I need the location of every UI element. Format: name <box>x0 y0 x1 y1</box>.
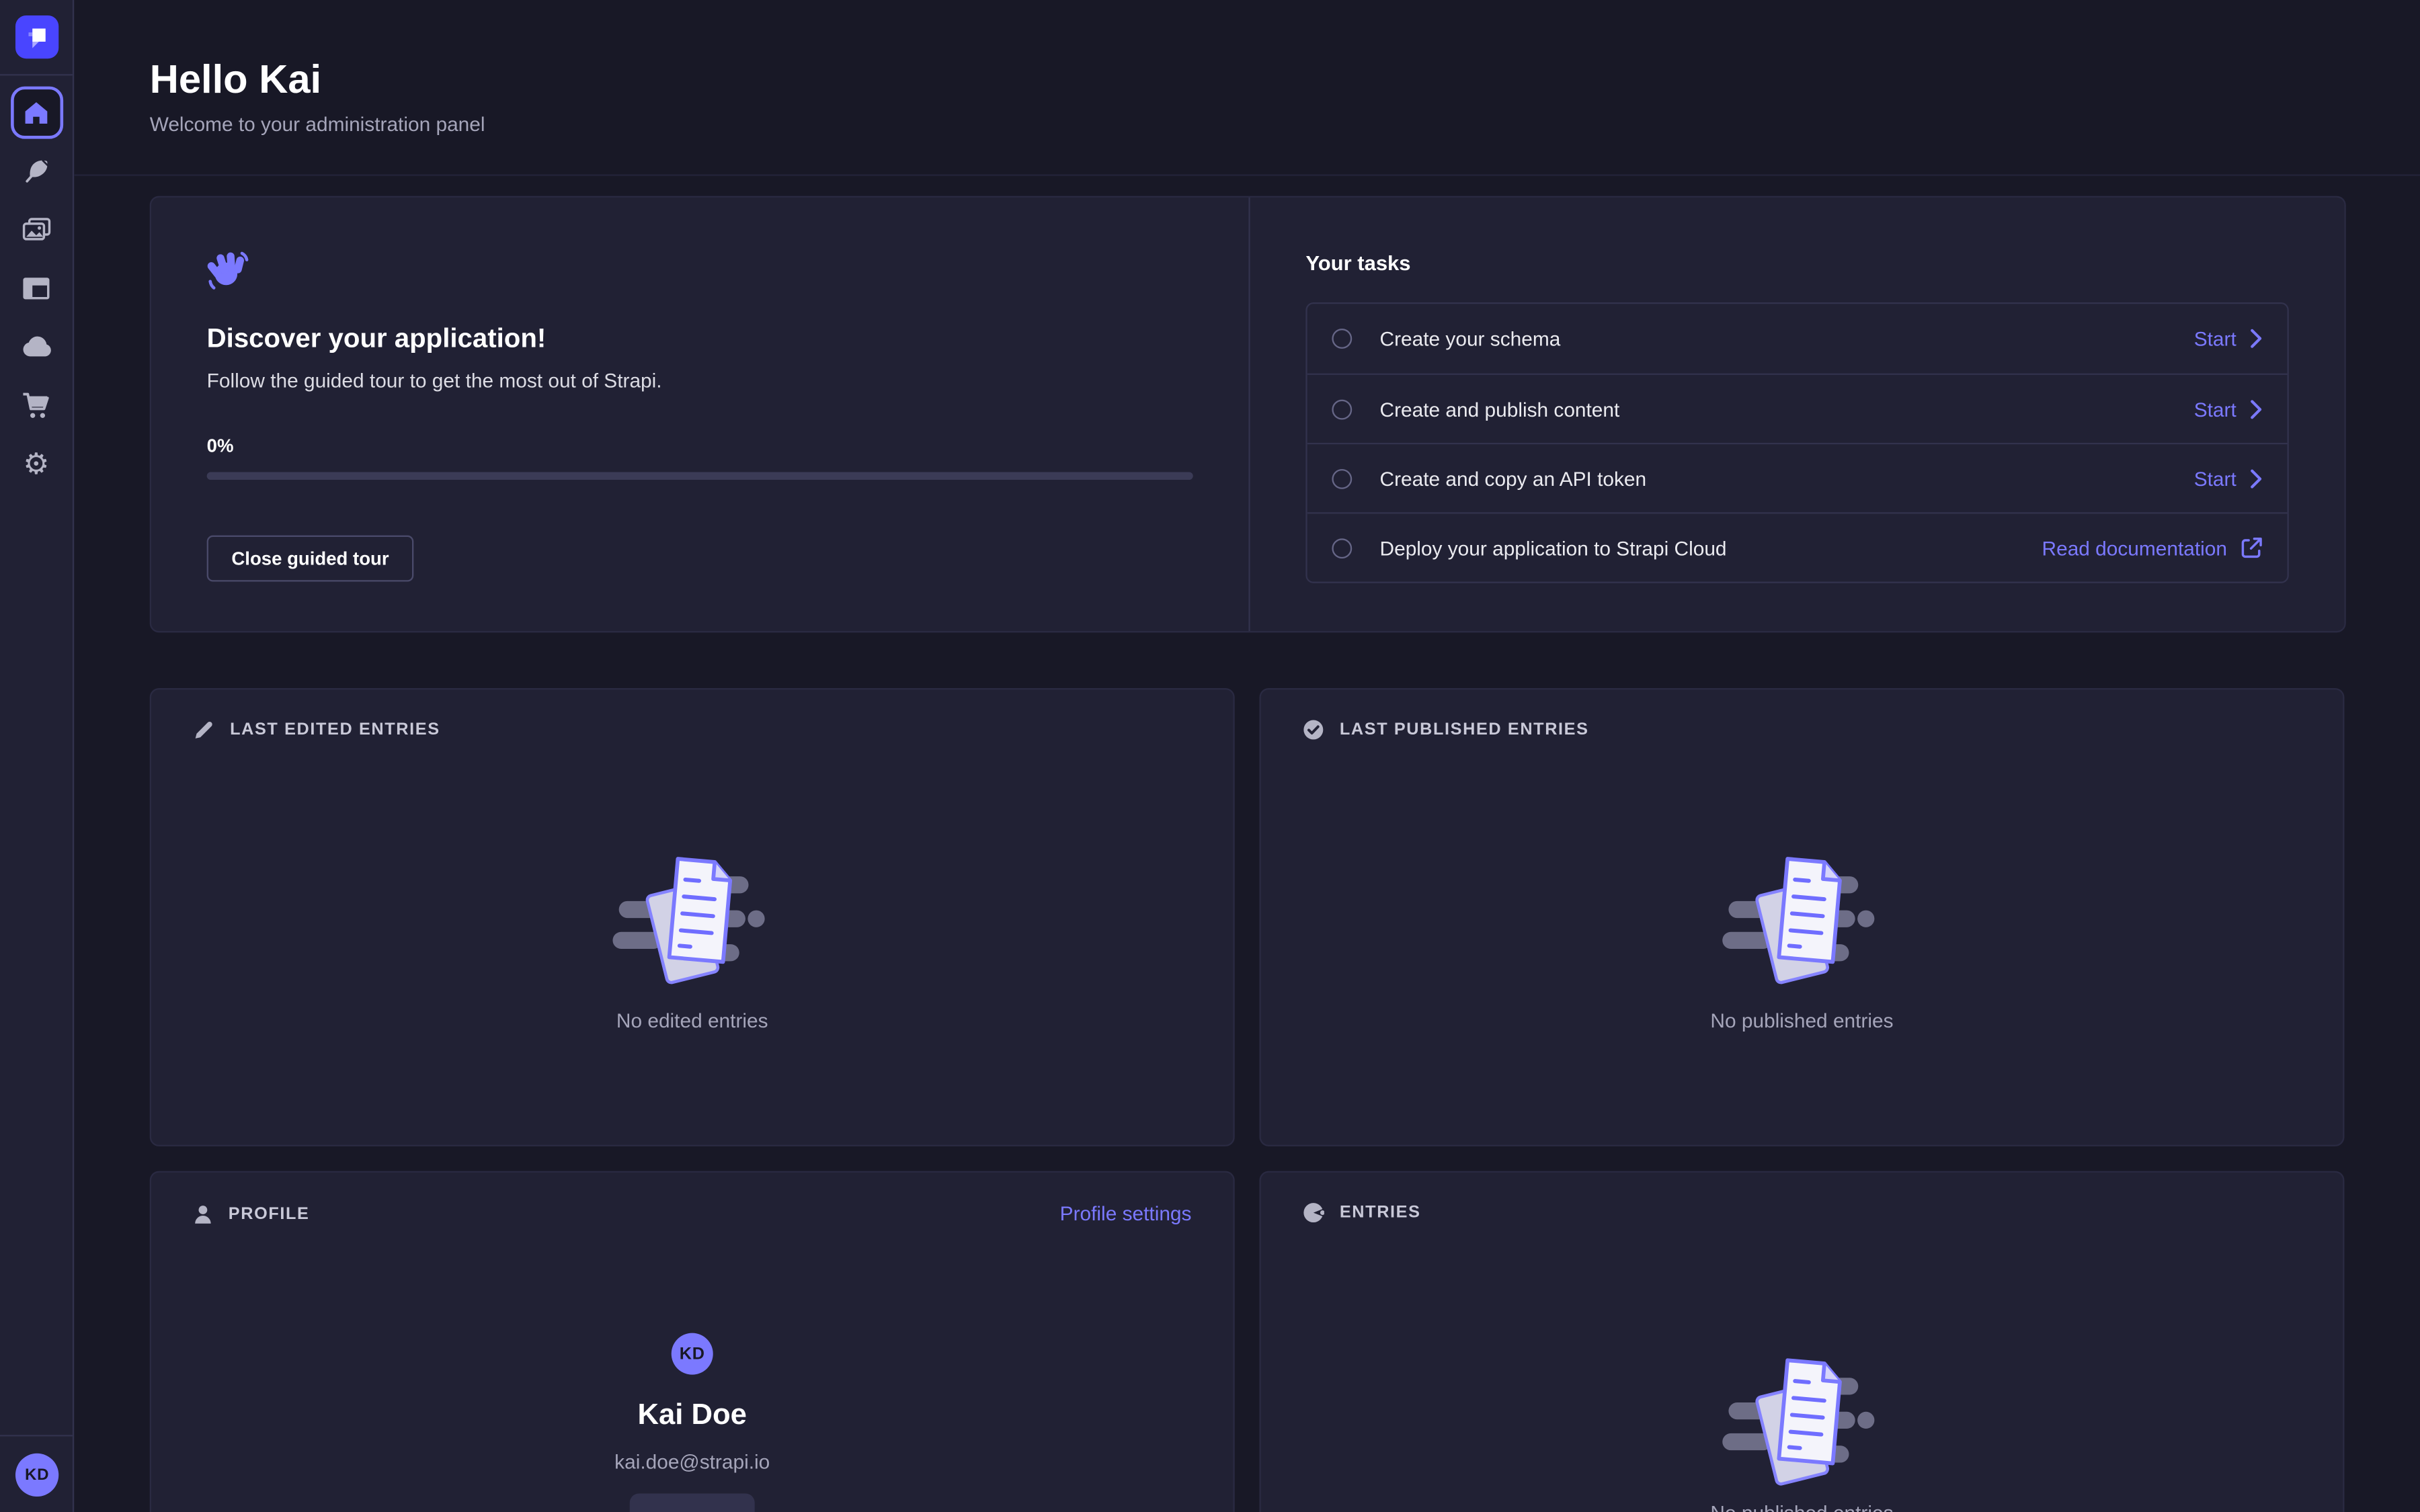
empty-state: No edited entries <box>151 741 1233 1032</box>
last-edited-entries-card: LAST EDITED ENTRIES <box>150 688 1235 1146</box>
card-header: PROFILE Profile settings <box>151 1173 1233 1225</box>
page-header: Hello Kai Welcome to your administration… <box>74 0 2420 176</box>
profile-card: PROFILE Profile settings KD Kai Doe kai.… <box>150 1171 1235 1512</box>
task-label: Deploy your application to Strapi Cloud <box>1380 536 1727 559</box>
task-start-link[interactable]: Start <box>2194 327 2263 350</box>
empty-state-text: No published entries <box>1710 1501 1893 1512</box>
task-radio[interactable] <box>1332 329 1352 349</box>
card-header: LAST EDITED ENTRIES <box>151 689 1233 741</box>
sidebar-item-settings[interactable]: ⚙ <box>10 438 63 491</box>
entries-card: ENTRIES <box>1259 1171 2344 1512</box>
close-guided-tour-button[interactable]: Close guided tour <box>207 536 414 582</box>
images-icon <box>22 217 51 243</box>
waving-hand-icon <box>207 249 249 290</box>
chevron-right-icon <box>2250 329 2262 349</box>
card-title: ENTRIES <box>1340 1204 1421 1222</box>
check-circle-icon <box>1303 719 1324 741</box>
page-subtitle: Welcome to your administration panel <box>150 113 485 136</box>
feather-icon <box>22 157 50 185</box>
sidebar-item-deploy[interactable] <box>10 321 63 374</box>
profile-avatar: KD <box>672 1333 713 1375</box>
sidebar-user-avatar[interactable]: KD <box>15 1454 58 1497</box>
sidebar-divider <box>0 1435 73 1436</box>
task-action-label: Read documentation <box>2042 536 2227 559</box>
empty-state-text: No edited entries <box>616 1009 768 1032</box>
task-row-deploy-strapi-cloud[interactable]: Deploy your application to Strapi Cloud … <box>1307 512 2288 581</box>
empty-state: No published entries <box>1261 1224 2343 1512</box>
tasks-list: Create your schema Start Create and publ… <box>1305 302 2289 583</box>
chevron-right-icon <box>2250 398 2262 419</box>
task-label: Create and copy an API token <box>1380 467 1647 490</box>
task-action-label: Start <box>2194 467 2236 490</box>
pencil-icon <box>193 719 214 741</box>
chevron-right-icon <box>2250 468 2262 489</box>
task-action-label: Start <box>2194 397 2236 420</box>
task-radio[interactable] <box>1332 538 1352 558</box>
guided-tour-panel: Discover your application! Follow the gu… <box>150 196 2346 633</box>
read-documentation-link[interactable]: Read documentation <box>2042 536 2263 559</box>
task-radio[interactable] <box>1332 468 1352 489</box>
empty-documents-illustration <box>1712 1350 1891 1492</box>
guided-tour-pane: Discover your application! Follow the gu… <box>151 198 1248 631</box>
task-label: Create and publish content <box>1380 397 1620 420</box>
task-row-create-publish-content[interactable]: Create and publish content Start <box>1307 374 2288 443</box>
profile-body: KD Kai Doe kai.doe@strapi.io <box>151 1225 1233 1512</box>
sidebar-item-content-type-builder[interactable] <box>10 262 63 314</box>
external-link-icon <box>2241 537 2263 558</box>
task-start-link[interactable]: Start <box>2194 397 2263 420</box>
task-row-create-schema[interactable]: Create your schema Start <box>1307 304 2288 373</box>
layout-icon <box>22 276 51 301</box>
progress-bar <box>207 472 1193 480</box>
card-title: LAST PUBLISHED ENTRIES <box>1340 720 1589 739</box>
strapi-logo[interactable] <box>15 15 58 58</box>
person-icon <box>193 1203 213 1224</box>
sidebar-item-marketplace[interactable] <box>10 380 63 432</box>
home-icon <box>22 99 51 126</box>
task-row-create-api-token[interactable]: Create and copy an API token Start <box>1307 443 2288 512</box>
main-content: Hello Kai Welcome to your administration… <box>74 0 2420 1512</box>
progress-percent-label: 0% <box>207 435 1187 456</box>
guided-tour-subtitle: Follow the guided tour to get the most o… <box>207 369 1187 392</box>
profile-email: kai.doe@strapi.io <box>614 1450 770 1473</box>
cloud-icon <box>21 337 52 358</box>
sidebar-nav: ⚙ <box>0 87 73 491</box>
strapi-admin-dashboard: ⚙ KD Hello Kai Welcome to your administr… <box>0 0 2420 1512</box>
card-header: ENTRIES <box>1261 1173 2343 1224</box>
sidebar-item-media-library[interactable] <box>10 204 63 256</box>
sidebar-divider <box>0 74 73 75</box>
page-title: Hello Kai <box>150 56 321 103</box>
card-title: PROFILE <box>229 1204 310 1223</box>
strapi-logo-glyph <box>23 23 50 50</box>
profile-partial-button[interactable] <box>630 1493 755 1512</box>
gear-icon: ⚙ <box>23 450 49 479</box>
task-label: Create your schema <box>1380 327 1561 350</box>
sidebar: ⚙ KD <box>0 0 74 1512</box>
empty-documents-illustration <box>1712 849 1891 991</box>
profile-name: Kai Doe <box>638 1399 747 1433</box>
pie-chart-icon <box>1303 1202 1324 1224</box>
task-radio[interactable] <box>1332 398 1352 419</box>
sidebar-item-home[interactable] <box>10 87 63 139</box>
task-action-label: Start <box>2194 327 2236 350</box>
task-start-link[interactable]: Start <box>2194 467 2263 490</box>
card-header: LAST PUBLISHED ENTRIES <box>1261 689 2343 741</box>
profile-settings-link[interactable]: Profile settings <box>1060 1202 1192 1225</box>
empty-documents-illustration <box>603 849 782 991</box>
last-published-entries-card: LAST PUBLISHED ENTRIES <box>1259 688 2344 1146</box>
tasks-pane: Your tasks Create your schema Start <box>1250 198 2345 631</box>
cart-icon <box>22 392 51 419</box>
guided-tour-title: Discover your application! <box>207 323 1187 355</box>
empty-state: No published entries <box>1261 741 2343 1032</box>
sidebar-item-content-manager[interactable] <box>10 145 63 198</box>
tasks-heading: Your tasks <box>1305 251 2289 274</box>
card-title: LAST EDITED ENTRIES <box>230 720 440 739</box>
empty-state-text: No published entries <box>1710 1009 1893 1032</box>
